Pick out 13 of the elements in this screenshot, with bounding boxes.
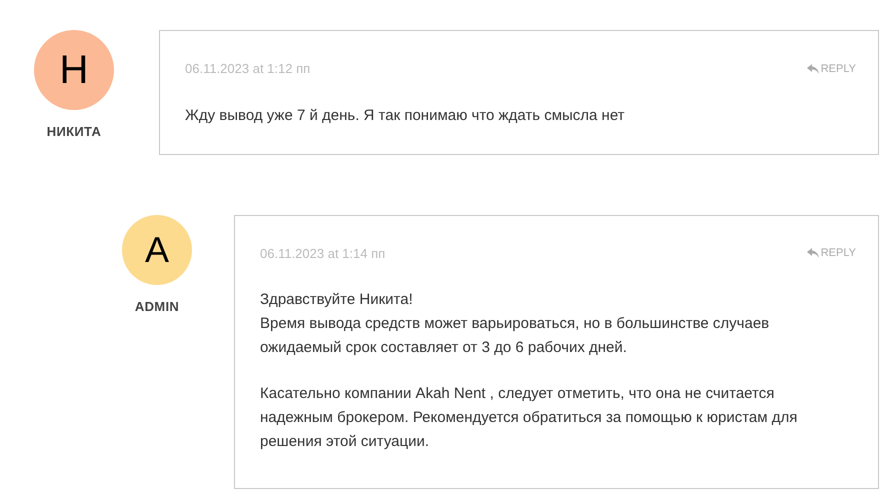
author-name: НИКИТА: [46, 123, 102, 141]
comment-text: Касательно компании Akah Nent , следует отметить, что она не считается надежным брокером. Рекомендуется обратиться за помощью к юристам для решения этой ситуации.: [260, 384, 798, 452]
comment-date: 06.11.2023 at 1:14 пп: [260, 244, 386, 262]
reply-link[interactable]: REPLY: [806, 245, 856, 262]
reply-link[interactable]: REPLY: [806, 60, 856, 77]
reply-icon: [806, 64, 819, 74]
comment-date: 06.11.2023 at 1:12 пп: [185, 60, 310, 78]
comment-text: Жду вывод уже 7 й день. Я так понимаю что ждать смысла нет: [185, 106, 626, 126]
avatar: A: [122, 214, 192, 284]
avatar: Н: [34, 30, 114, 110]
reply-icon: [806, 248, 819, 258]
comment-text: Здравствуйте Никита! Время вывода средств может варьироваться, но в большинстве случаев ожидаемый срок составляет от 3 до 6 рабочих дней.: [260, 290, 770, 358]
author-name: ADMIN: [134, 298, 180, 316]
